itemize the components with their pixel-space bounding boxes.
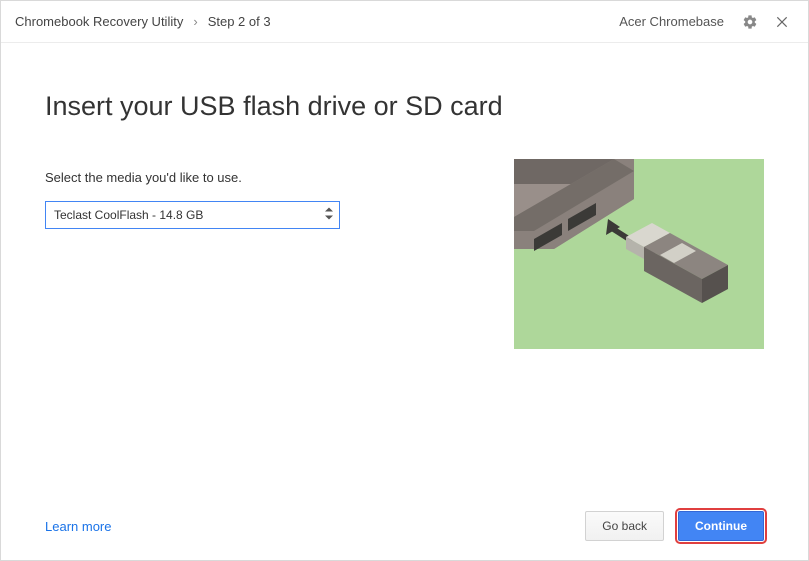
close-button[interactable] — [770, 10, 794, 34]
main-content: Insert your USB flash drive or SD card S… — [1, 43, 808, 492]
step-indicator: Step 2 of 3 — [208, 14, 271, 29]
usb-insert-icon — [514, 159, 764, 349]
continue-button[interactable]: Continue — [678, 511, 764, 541]
settings-button[interactable] — [738, 10, 762, 34]
dialog-window: Chromebook Recovery Utility › Step 2 of … — [0, 0, 809, 561]
breadcrumb-separator: › — [193, 14, 197, 29]
learn-more-link[interactable]: Learn more — [45, 519, 111, 534]
media-select[interactable]: Teclast CoolFlash - 14.8 GB — [45, 201, 340, 229]
close-icon — [775, 15, 789, 29]
dropdown-caret-icon — [325, 208, 333, 223]
breadcrumb: Chromebook Recovery Utility › Step 2 of … — [15, 14, 271, 29]
media-select-value: Teclast CoolFlash - 14.8 GB — [54, 208, 203, 222]
footer: Learn more Go back Continue — [1, 492, 808, 560]
page-title: Insert your USB flash drive or SD card — [45, 91, 764, 122]
title-bar: Chromebook Recovery Utility › Step 2 of … — [1, 1, 808, 43]
app-title: Chromebook Recovery Utility — [15, 14, 183, 29]
device-name: Acer Chromebase — [619, 14, 724, 29]
go-back-button[interactable]: Go back — [585, 511, 664, 541]
gear-icon — [742, 14, 758, 30]
usb-illustration — [514, 159, 764, 349]
